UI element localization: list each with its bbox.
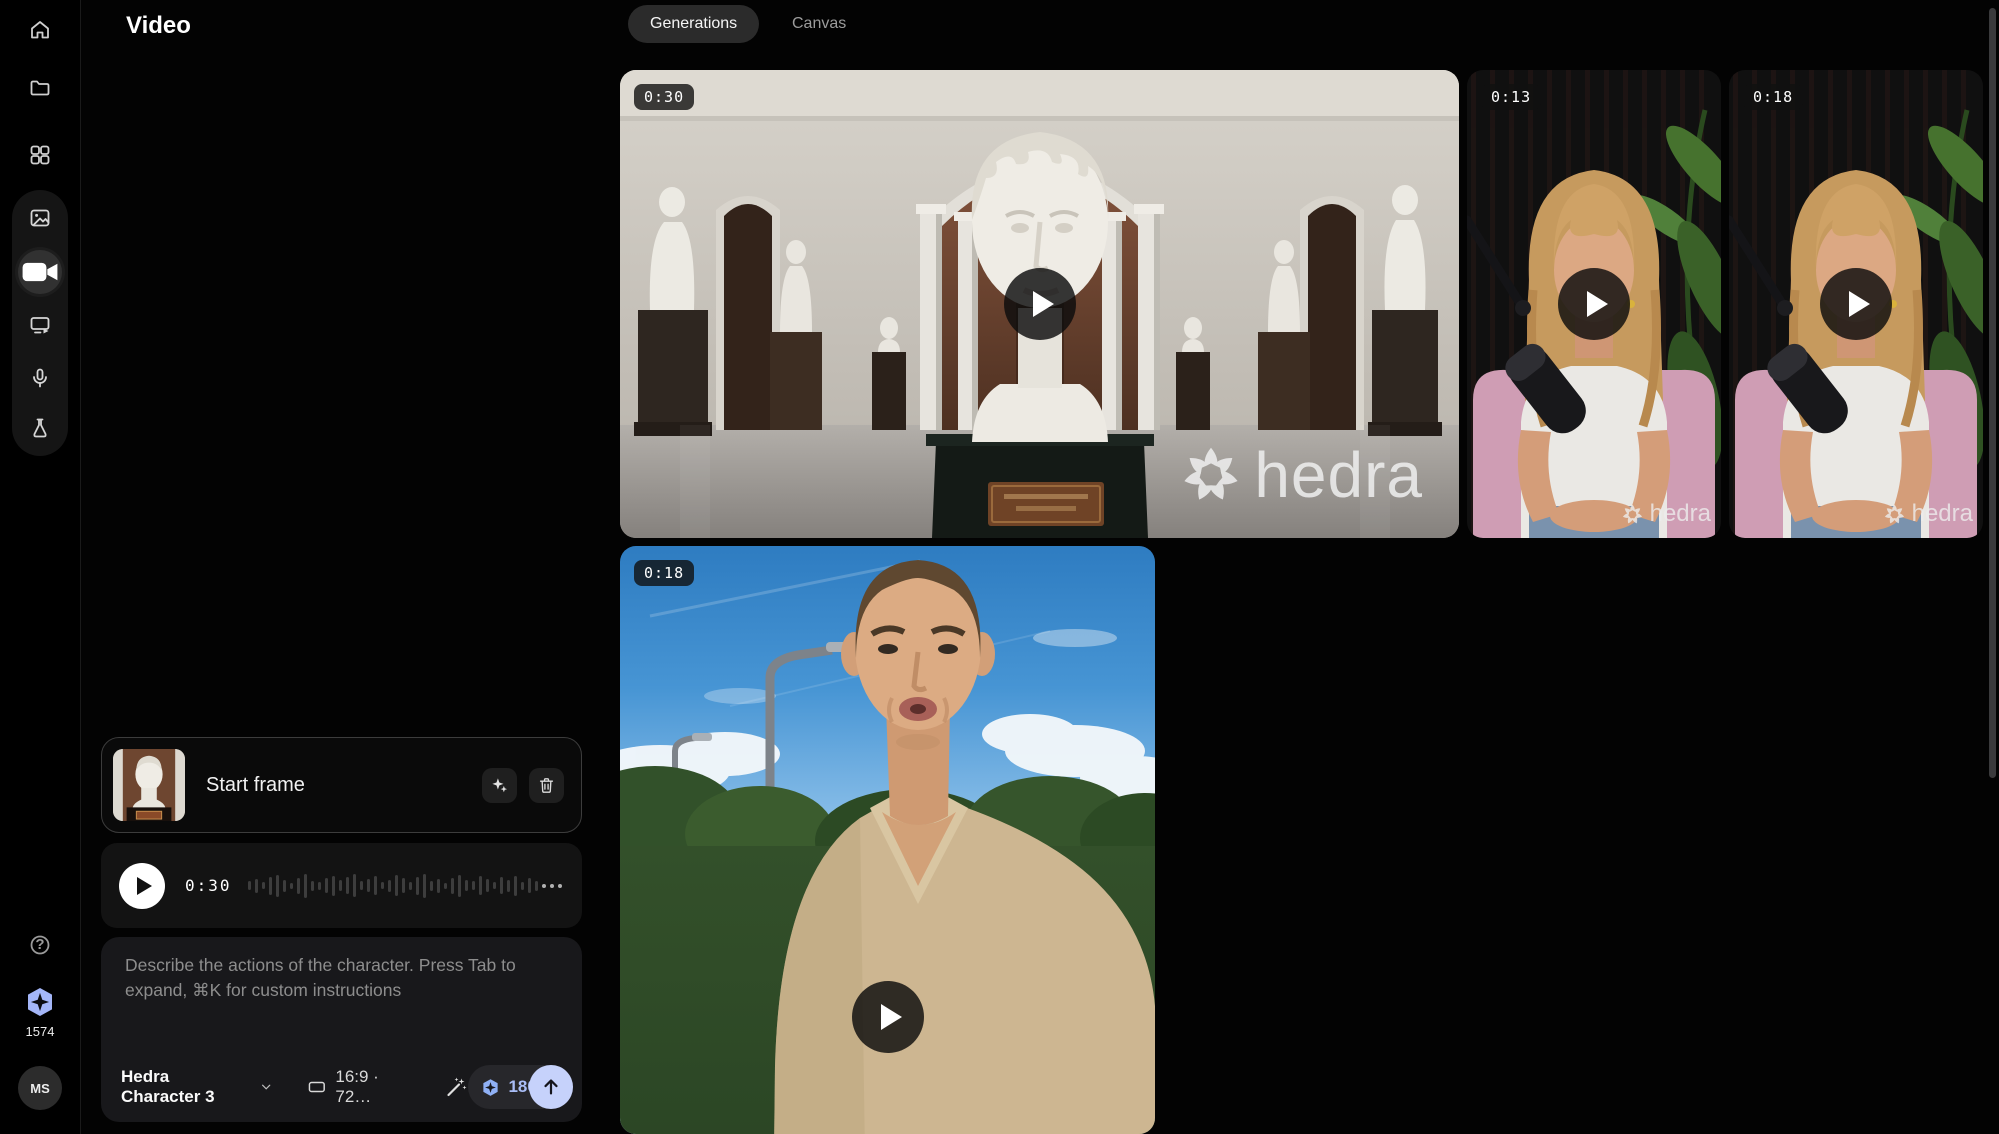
video-composer-panel: Video Start frame (81, 0, 606, 1134)
apps-grid-icon (28, 143, 52, 167)
sidebar-item-home[interactable] (18, 8, 62, 52)
flask-icon (28, 416, 52, 440)
start-frame-thumbnail[interactable] (113, 749, 185, 821)
folder-icon (28, 76, 52, 100)
sidebar-item-apps[interactable] (18, 133, 62, 177)
enhance-frame-button[interactable] (482, 768, 517, 803)
trash-icon (537, 776, 556, 795)
audio-play-button[interactable] (119, 863, 165, 909)
play-icon (881, 1004, 902, 1030)
clips-icon (28, 313, 52, 337)
generate-button[interactable] (529, 1065, 573, 1109)
tab-canvas[interactable]: Canvas (792, 5, 846, 43)
video-play-button[interactable] (852, 981, 924, 1053)
enhance-prompt-button[interactable] (444, 1075, 468, 1099)
prompt-input[interactable] (123, 951, 562, 1047)
submit-group: 180 (468, 1065, 573, 1109)
duration-badge: 0:13 (1481, 84, 1541, 110)
video-play-button[interactable] (1820, 268, 1892, 340)
audio-duration: 0:30 (185, 876, 232, 895)
sidebar-item-video[interactable] (18, 250, 62, 294)
video-play-button[interactable] (1558, 268, 1630, 340)
svg-text:?: ? (35, 936, 44, 953)
sidebar-item-audio[interactable] (18, 356, 62, 400)
video-play-button[interactable] (1004, 268, 1076, 340)
start-frame-thumbnail-image (113, 749, 185, 821)
sidebar-item-clips[interactable] (18, 303, 62, 347)
generation-video-podcast-2[interactable]: 0:18 hedra (1729, 70, 1983, 538)
composer-toolbar: Hedra Character 3 16:9 · 72… (121, 1064, 573, 1110)
image-icon (28, 206, 52, 230)
play-icon (1849, 291, 1870, 317)
play-icon (137, 877, 152, 895)
hedra-watermark-text: hedra (1254, 438, 1423, 512)
play-icon (1587, 291, 1608, 317)
chevron-down-icon (259, 1079, 273, 1095)
duration-badge: 0:18 (634, 560, 694, 586)
audio-track-card: 0:30 (101, 843, 582, 928)
duration-badge: 0:30 (634, 84, 694, 110)
hedra-logo-icon (1622, 504, 1643, 525)
microphone-icon (28, 366, 52, 390)
duration-badge: 0:18 (1743, 84, 1803, 110)
audio-waveform[interactable] (248, 866, 542, 906)
model-select[interactable]: Hedra Character 3 (121, 1067, 274, 1107)
magic-wand-icon (444, 1075, 468, 1099)
hedra-watermark-text: hedra (1912, 500, 1973, 528)
aspect-ratio-label: 16:9 · 72… (335, 1067, 410, 1107)
start-frame-card: Start frame (101, 737, 582, 833)
delete-frame-button[interactable] (529, 768, 564, 803)
cost-coin-icon (481, 1078, 500, 1097)
sidebar: ? 1574 MS (0, 0, 80, 1134)
prompt-card: Hedra Character 3 16:9 · 72… (101, 937, 582, 1122)
media-tools-group (12, 190, 68, 456)
model-select-label: Hedra Character 3 (121, 1067, 252, 1107)
help-button[interactable]: ? (18, 923, 62, 967)
page-title: Video (126, 12, 191, 40)
play-icon (1033, 291, 1054, 317)
hedra-watermark-text: hedra (1650, 500, 1711, 528)
hedra-watermark: hedra (1622, 500, 1711, 528)
help-icon: ? (28, 933, 52, 957)
audio-more-options-button[interactable] (542, 884, 562, 888)
aspect-ratio-icon (307, 1076, 327, 1098)
user-avatar[interactable]: MS (18, 1066, 62, 1110)
hedra-app: ? 1574 MS Video (0, 0, 1999, 1134)
credits-balance: 1574 (0, 1024, 80, 1039)
sidebar-item-projects[interactable] (18, 66, 62, 110)
arrow-up-icon (540, 1076, 562, 1098)
generation-video-outdoor[interactable]: 0:18 (620, 546, 1155, 1134)
video-camera-icon (18, 250, 62, 294)
home-icon (28, 18, 52, 42)
sparkles-icon (490, 776, 509, 795)
sidebar-item-image[interactable] (18, 196, 62, 240)
generation-video-museum[interactable]: 0:30 hedra (620, 70, 1459, 538)
start-frame-label: Start frame (206, 774, 482, 797)
sidebar-item-lab[interactable] (18, 406, 62, 450)
hedra-logo-icon (1884, 504, 1905, 525)
aspect-ratio-select[interactable]: 16:9 · 72… (307, 1067, 411, 1107)
credits-button[interactable] (18, 980, 62, 1024)
hedra-watermark: hedra (1182, 438, 1423, 512)
credits-coin-icon (24, 986, 56, 1018)
generation-video-podcast-1[interactable]: 0:13 hedra (1467, 70, 1721, 538)
hedra-watermark: hedra (1884, 500, 1973, 528)
scrollbar[interactable] (1989, 8, 1996, 778)
hedra-logo-icon (1182, 446, 1240, 504)
tab-generations[interactable]: Generations (628, 5, 759, 43)
